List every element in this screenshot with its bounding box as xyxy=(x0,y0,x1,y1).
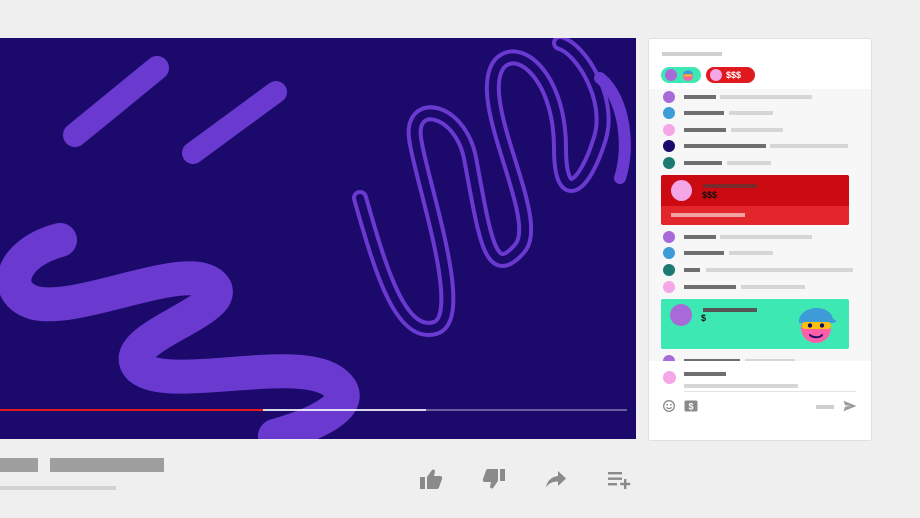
video-meta-placeholder xyxy=(0,486,116,490)
progress-played xyxy=(0,409,264,411)
chat-input-field[interactable] xyxy=(684,384,798,388)
author-name-placeholder xyxy=(703,308,757,312)
message-text-placeholder xyxy=(770,144,848,148)
chat-message xyxy=(649,155,871,171)
avatar xyxy=(663,140,675,152)
input-underline xyxy=(684,391,856,392)
chat-message xyxy=(649,245,871,261)
avatar xyxy=(663,371,676,384)
thumbs-up-icon xyxy=(420,469,443,489)
chat-header: $$$ xyxy=(649,39,871,89)
avatar xyxy=(670,304,692,326)
char-count-placeholder xyxy=(816,405,834,409)
chat-message xyxy=(649,105,871,121)
avatar xyxy=(663,124,675,136)
message-text-placeholder xyxy=(729,111,773,115)
avatar xyxy=(665,69,677,81)
superchat-amount: $$$ xyxy=(726,70,742,80)
avatar xyxy=(710,69,722,81)
author-name-placeholder xyxy=(703,184,757,188)
message-text-placeholder xyxy=(706,268,853,272)
avatar xyxy=(663,157,675,169)
channel-name-placeholder xyxy=(0,458,38,472)
author-name-placeholder xyxy=(684,111,724,115)
author-name-placeholder xyxy=(684,95,716,99)
chat-message xyxy=(649,353,871,361)
live-chat-panel: $$$ $$$ $ $ xyxy=(648,38,872,441)
chat-filter-pill-character[interactable] xyxy=(661,67,701,83)
character-sticker-icon xyxy=(799,307,837,343)
author-name-placeholder xyxy=(684,268,700,272)
avatar xyxy=(671,180,692,201)
message-text-placeholder xyxy=(741,285,805,289)
share-button[interactable] xyxy=(541,464,571,494)
chat-filter-pill-superchat[interactable]: $$$ xyxy=(706,67,755,83)
save-to-playlist-button[interactable] xyxy=(604,464,634,494)
progress-bar[interactable] xyxy=(0,409,627,411)
avatar xyxy=(663,231,675,243)
author-name-placeholder xyxy=(684,128,726,132)
share-arrow-icon xyxy=(546,471,566,488)
superchat-message-green[interactable]: $ xyxy=(661,299,849,349)
superchat-message-red[interactable]: $$$ xyxy=(661,175,849,225)
author-name-placeholder xyxy=(684,235,716,239)
message-text-placeholder xyxy=(727,161,771,165)
chat-messages[interactable]: $$$ $ xyxy=(649,89,871,361)
send-icon[interactable] xyxy=(843,400,857,412)
superchat-header: $$$ xyxy=(661,175,849,206)
chat-message xyxy=(649,122,871,138)
superchat-amount: $$$ xyxy=(702,190,718,200)
message-text-placeholder xyxy=(720,95,812,99)
author-name-placeholder xyxy=(684,285,736,289)
chat-message xyxy=(649,138,871,154)
avatar xyxy=(663,107,675,119)
like-button[interactable] xyxy=(416,464,446,494)
message-text-placeholder xyxy=(729,251,773,255)
message-text-placeholder xyxy=(731,128,783,132)
chat-message xyxy=(649,262,871,278)
playlist-add-icon xyxy=(608,472,631,489)
chat-input-area: $ xyxy=(649,361,871,440)
dislike-button[interactable] xyxy=(479,464,509,494)
video-title-placeholder xyxy=(50,458,164,472)
emoji-icon[interactable] xyxy=(663,400,675,412)
chat-title-placeholder xyxy=(662,52,722,56)
message-text-placeholder xyxy=(720,235,812,239)
video-player[interactable] xyxy=(0,38,636,439)
video-artwork xyxy=(0,38,631,439)
author-name-placeholder xyxy=(684,251,724,255)
author-name-placeholder xyxy=(684,372,726,376)
author-name-placeholder xyxy=(684,161,722,165)
avatar xyxy=(663,91,675,103)
superchat-body xyxy=(661,206,849,225)
chat-message xyxy=(649,89,871,105)
avatar xyxy=(663,247,675,259)
superchat-amount: $ xyxy=(701,313,707,323)
message-text-placeholder xyxy=(671,213,745,217)
svg-text:$: $ xyxy=(688,401,693,411)
author-name-placeholder xyxy=(684,144,766,148)
thumbs-down-icon xyxy=(482,469,505,489)
character-face-icon xyxy=(683,70,693,81)
superchat-dollar-icon[interactable]: $ xyxy=(684,400,698,412)
chat-message xyxy=(649,279,871,295)
avatar xyxy=(663,264,675,276)
avatar xyxy=(663,281,675,293)
chat-message xyxy=(649,229,871,245)
